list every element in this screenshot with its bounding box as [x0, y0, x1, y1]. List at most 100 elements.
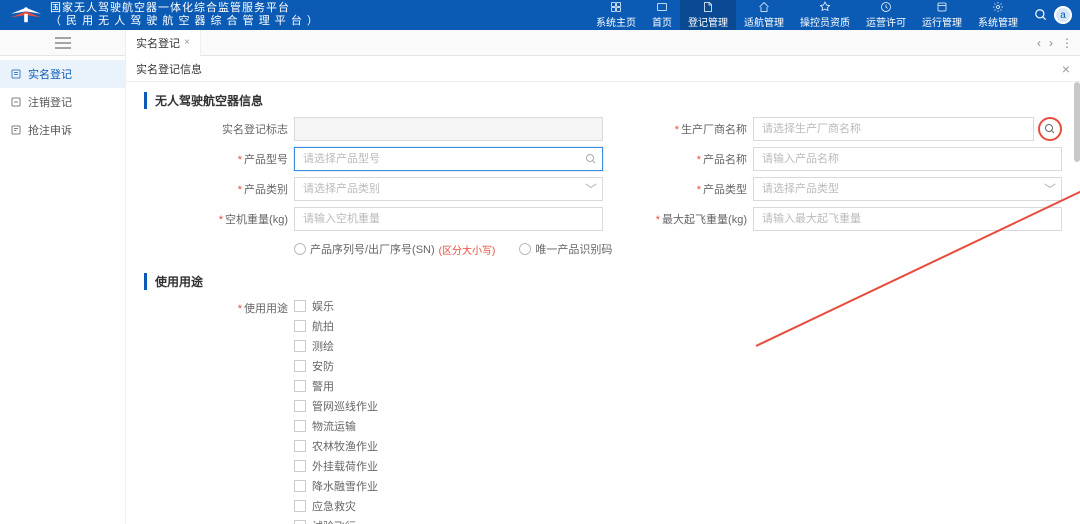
chevron-down-icon: ﹀ [1044, 181, 1056, 198]
usage-checkbox-group: 娱乐航拍测绘安防警用管网巡线作业物流运输农林牧渔作业外挂载荷作业降水融雪作业应急… [294, 298, 378, 524]
nav-label: 首页 [652, 14, 672, 29]
field-empty-weight: 空机重量(kg) [184, 207, 603, 231]
model-select[interactable] [294, 147, 603, 171]
nav-label: 运营许可 [866, 14, 906, 29]
nav-item-4[interactable]: 操控员资质 [792, 0, 858, 30]
nav-item-0[interactable]: 系统主页 [588, 0, 644, 30]
nav-icon [758, 1, 770, 13]
radio-icon [294, 243, 306, 255]
checkbox-label: 应急救灾 [312, 498, 356, 514]
sidebar-toggle[interactable] [0, 30, 126, 56]
nav-icon [702, 1, 714, 13]
usage-option-4[interactable]: 警用 [294, 378, 378, 394]
usage-option-0[interactable]: 娱乐 [294, 298, 378, 314]
nav-label: 操控员资质 [800, 14, 850, 29]
nav-item-3[interactable]: 适航管理 [736, 0, 792, 30]
tab-prev[interactable]: ‹ [1034, 36, 1044, 50]
top-nav: 系统主页 首页 登记管理 适航管理 操控员资质 运营许可 运行管理 系统管理 [588, 0, 1026, 30]
usage-option-9[interactable]: 降水融雪作业 [294, 478, 378, 494]
checkbox-label: 降水融雪作业 [312, 478, 378, 494]
nav-icon [936, 1, 948, 13]
checkbox-icon [294, 400, 306, 412]
checkbox-icon [294, 380, 306, 392]
radio-sn[interactable]: 产品序列号/出厂序号(SN) (区分大小写) [294, 241, 495, 257]
sidebar-item-0[interactable]: 实名登记 [0, 60, 125, 88]
checkbox-icon [294, 360, 306, 372]
tab-label: 实名登记 [136, 35, 180, 51]
radio-uid[interactable]: 唯一产品识别码 [519, 241, 612, 257]
avatar[interactable]: a [1054, 6, 1072, 24]
label: 产品名称 [643, 151, 753, 167]
panel-header: 实名登记信息 × [126, 56, 1080, 82]
checkbox-label: 安防 [312, 358, 334, 374]
usage-option-10[interactable]: 应急救灾 [294, 498, 378, 514]
nav-item-7[interactable]: 系统管理 [970, 0, 1026, 30]
nav-icon [992, 1, 1004, 13]
field-category: 产品类别 ﹀ [184, 177, 603, 201]
usage-option-11[interactable]: 试验飞行 [294, 518, 378, 524]
label: 产品类型 [643, 181, 753, 197]
usage-option-6[interactable]: 物流运输 [294, 418, 378, 434]
tab-realname-reg[interactable]: 实名登记 × [126, 30, 201, 56]
nav-label: 适航管理 [744, 14, 784, 29]
empty-weight-input[interactable] [294, 207, 603, 231]
section-title: 使用用途 [144, 273, 1062, 290]
manufacturer-search-button[interactable] [1038, 117, 1062, 141]
sidebar-item-2[interactable]: 抢注申诉 [0, 116, 125, 144]
nav-icon [880, 1, 892, 13]
app-logo-icon [8, 3, 44, 27]
nav-item-1[interactable]: 首页 [644, 0, 680, 30]
nav-label: 运行管理 [922, 14, 962, 29]
nav-label: 系统管理 [978, 14, 1018, 29]
checkbox-label: 管网巡线作业 [312, 398, 378, 414]
usage-field: 使用用途 娱乐航拍测绘安防警用管网巡线作业物流运输农林牧渔作业外挂载荷作业降水融… [144, 298, 1062, 524]
field-product-name: 产品名称 [643, 147, 1062, 171]
usage-option-3[interactable]: 安防 [294, 358, 378, 374]
checkbox-icon [294, 440, 306, 452]
checkbox-icon [294, 320, 306, 332]
id-type-radios: 产品序列号/出厂序号(SN) (区分大小写) 唯一产品识别码 [184, 241, 1062, 257]
manufacturer-input[interactable] [753, 117, 1034, 141]
usage-option-5[interactable]: 管网巡线作业 [294, 398, 378, 414]
checkbox-icon [294, 300, 306, 312]
product-name-input[interactable] [753, 147, 1062, 171]
usage-option-1[interactable]: 航拍 [294, 318, 378, 334]
nav-label: 系统主页 [596, 14, 636, 29]
sidebar-item-label: 注销登记 [28, 94, 72, 110]
sn-hint: (区分大小写) [439, 242, 496, 257]
tab-more[interactable]: ⋮ [1058, 36, 1076, 50]
form-grid: 实名登记标志 生产厂商名称 产品型号 [144, 117, 1062, 257]
hamburger-icon [55, 37, 71, 49]
usage-option-7[interactable]: 农林牧渔作业 [294, 438, 378, 454]
field-model: 产品型号 [184, 147, 603, 171]
usage-option-8[interactable]: 外挂载荷作业 [294, 458, 378, 474]
nav-label: 登记管理 [688, 14, 728, 29]
checkbox-icon [294, 340, 306, 352]
close-icon[interactable]: × [184, 37, 190, 48]
tab-next[interactable]: › [1046, 36, 1056, 50]
label: 空机重量(kg) [184, 211, 294, 227]
nav-item-5[interactable]: 运营许可 [858, 0, 914, 30]
label: 生产厂商名称 [643, 121, 753, 137]
section-aircraft-info: 无人驾驶航空器信息 实名登记标志 生产厂商名称 产品型号 [126, 82, 1080, 263]
tab-nav-controls: ‹ › ⋮ [1034, 36, 1080, 50]
search-icon [1044, 123, 1056, 135]
category-select[interactable] [294, 177, 603, 201]
sidebar-item-1[interactable]: 注销登记 [0, 88, 125, 116]
scrollbar[interactable] [1074, 82, 1080, 162]
close-icon[interactable]: × [1062, 61, 1070, 77]
search-icon[interactable] [1034, 8, 1048, 22]
sidebar: 实名登记注销登记抢注申诉 [0, 56, 126, 524]
type-select[interactable] [753, 177, 1062, 201]
mtow-input[interactable] [753, 207, 1062, 231]
radio-icon [519, 243, 531, 255]
field-manufacturer: 生产厂商名称 [643, 117, 1062, 141]
sidebar-item-label: 实名登记 [28, 66, 72, 82]
usage-option-2[interactable]: 测绘 [294, 338, 378, 354]
app-header: 国家无人驾驶航空器一体化综合监管服务平台 （ 民 用 无 人 驾 驶 航 空 器… [0, 0, 1080, 30]
checkbox-label: 航拍 [312, 318, 334, 334]
checkbox-label: 农林牧渔作业 [312, 438, 378, 454]
nav-item-2[interactable]: 登记管理 [680, 0, 736, 30]
checkbox-label: 测绘 [312, 338, 334, 354]
nav-item-6[interactable]: 运行管理 [914, 0, 970, 30]
